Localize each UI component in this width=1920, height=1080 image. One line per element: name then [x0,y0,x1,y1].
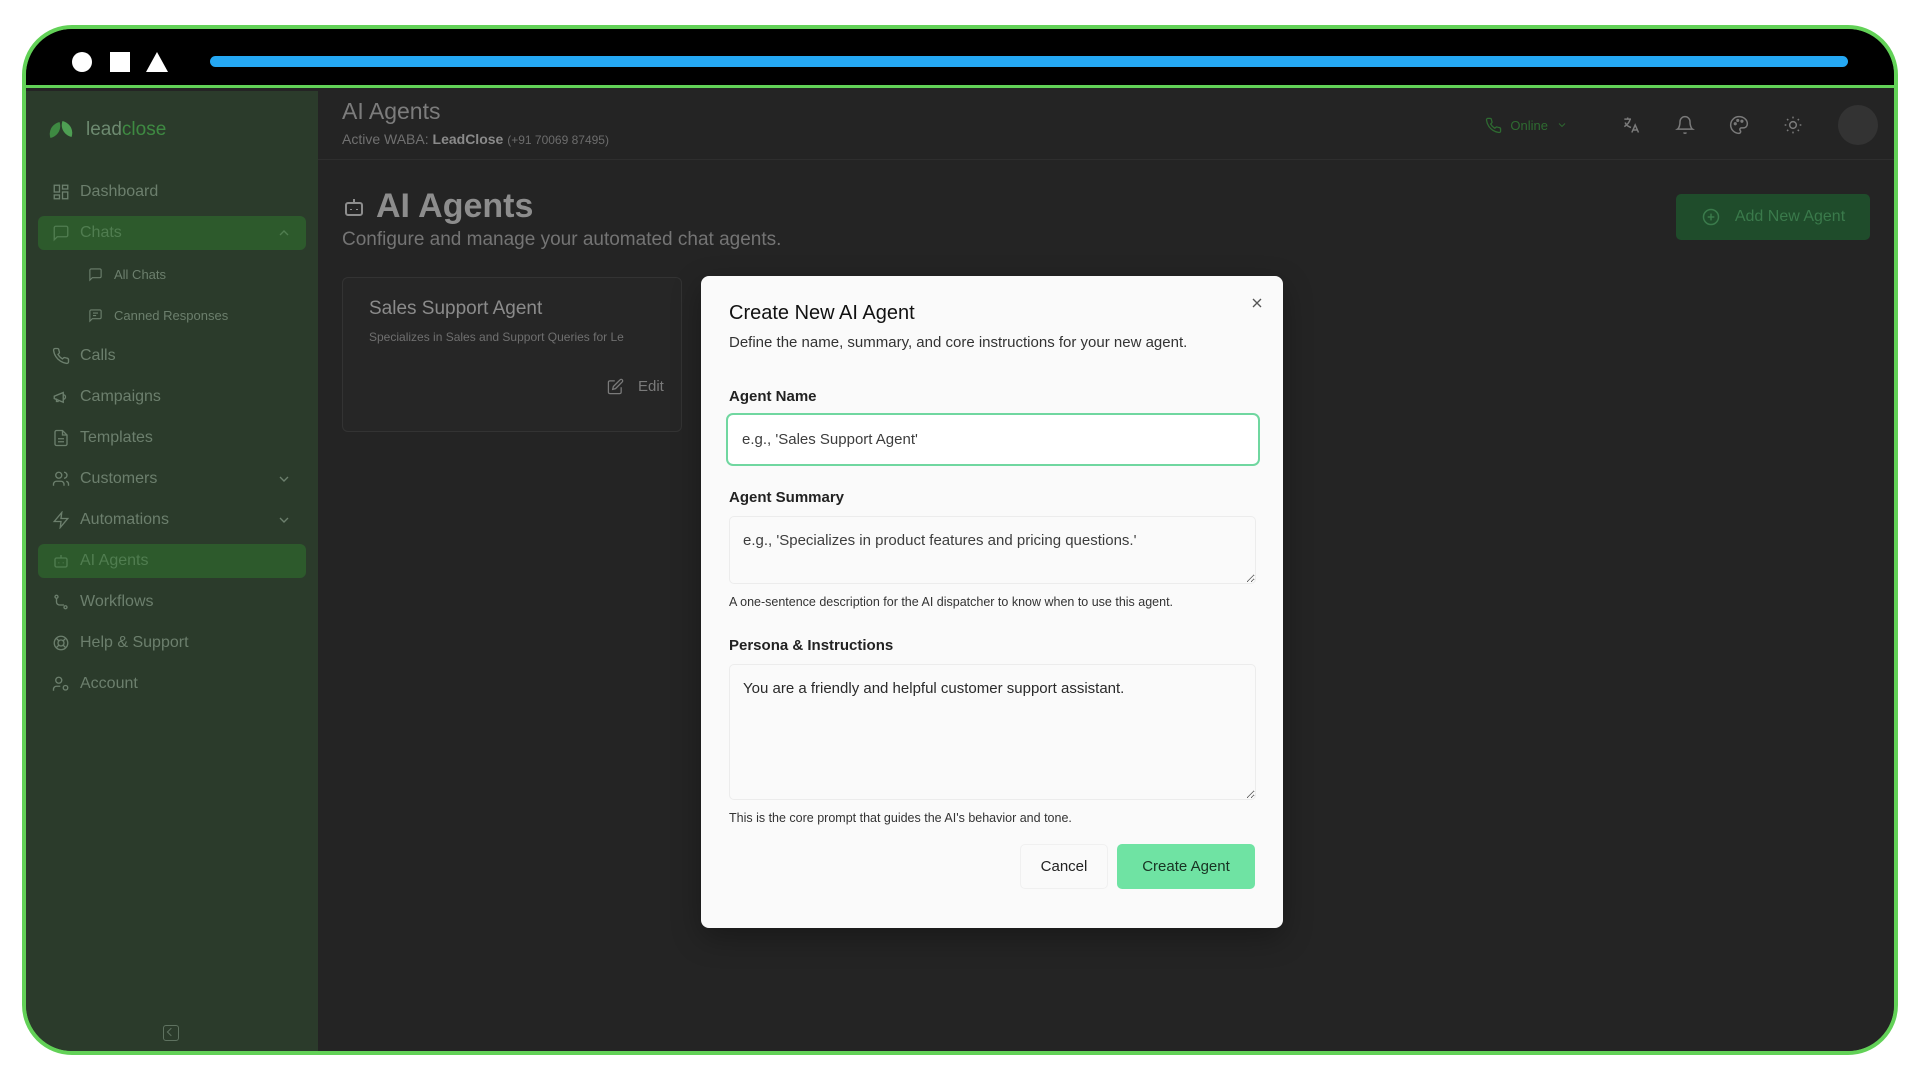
bot-icon [52,552,70,570]
create-agent-button[interactable]: Create Agent [1117,844,1255,889]
square-icon[interactable] [110,52,130,72]
bot-icon [345,198,363,216]
sidebar-item-label: Workflows [80,593,154,610]
agent-card-description: Specializes in Sales and Support Queries… [369,330,624,344]
sidebar-item-canned-responses[interactable]: Canned Responses [38,298,306,332]
chevron-up-icon[interactable] [276,225,292,241]
sidebar-item-customers[interactable]: Customers [38,462,306,496]
page-title: AI Agents [342,187,533,226]
users-icon [52,470,70,488]
header-title: AI Agents [342,98,441,124]
edit-button[interactable]: Edit [607,378,664,395]
sidebar-item-label: Help & Support [80,634,189,651]
sidebar-item-label: Automations [80,511,169,528]
sidebar-item-label: Templates [80,429,153,446]
translate-icon[interactable] [1621,115,1641,135]
bell-icon[interactable] [1675,115,1695,135]
lifebuoy-icon [52,634,70,652]
sidebar-item-dashboard[interactable]: Dashboard [38,175,306,209]
sidebar-item-chats[interactable]: Chats [38,216,306,250]
sidebar-item-campaigns[interactable]: Campaigns [38,380,306,414]
phone-icon [1486,117,1502,133]
logo[interactable]: leadclose [48,119,166,141]
sidebar: leadclose Dashboard Chats All Chats Cann… [26,91,318,1051]
sidebar-item-workflows[interactable]: Workflows [38,585,306,619]
chat-icon [52,224,70,242]
sidebar-item-label: Canned Responses [114,307,229,323]
sidebar-item-label: AI Agents [80,552,149,569]
sidebar-item-all-chats[interactable]: All Chats [38,257,306,291]
sidebar-item-label: Dashboard [80,183,159,200]
sidebar-item-label: Calls [80,347,116,364]
sun-icon[interactable] [1783,115,1803,135]
sidebar-item-label: Customers [80,470,158,487]
status-label: Online [1510,117,1548,133]
leaf-logo-icon [48,121,78,139]
sidebar-item-automations[interactable]: Automations [38,503,306,537]
persona-textarea[interactable]: You are a friendly and helpful customer … [729,664,1256,800]
agent-card-title: Sales Support Agent [369,298,543,319]
sidebar-item-calls[interactable]: Calls [38,339,306,373]
top-bar [26,29,1894,88]
sidebar-item-account[interactable]: Account [38,667,306,701]
sidebar-item-label: Chats [80,224,122,241]
edit-icon [607,378,624,395]
agent-summary-textarea[interactable] [729,516,1256,584]
message-text-icon [86,306,104,324]
sidebar-item-label: Account [80,675,138,692]
chevron-down-icon[interactable] [276,512,292,528]
active-waba: Active WABA: LeadClose (+91 70069 87495) [342,131,609,147]
cancel-button[interactable]: Cancel [1020,844,1108,889]
chevron-down-icon[interactable] [276,471,292,487]
plus-circle-icon [1702,208,1720,226]
progress-bar [210,56,1848,67]
user-cog-icon [52,675,70,693]
close-icon[interactable] [1249,295,1265,311]
chevron-down-icon [1558,123,1566,128]
avatar[interactable] [1838,105,1878,145]
modal-description: Define the name, summary, and core instr… [729,334,1188,351]
agent-name-label: Agent Name [729,388,817,405]
file-text-icon [52,429,70,447]
header-actions: Online [1485,103,1878,147]
collapse-sidebar-icon[interactable] [163,1025,179,1041]
agent-name-input[interactable] [726,413,1260,466]
zap-icon [52,511,70,529]
persona-label: Persona & Instructions [729,637,894,654]
status-dropdown[interactable]: Online [1485,117,1568,134]
sidebar-item-templates[interactable]: Templates [38,421,306,455]
create-agent-modal: Create New AI Agent Define the name, sum… [701,276,1283,928]
persona-hint: This is the core prompt that guides the … [729,811,1072,825]
modal-title: Create New AI Agent [729,302,915,324]
grid-icon [52,183,70,201]
header: AI Agents Active WABA: LeadClose (+91 70… [318,91,1894,160]
add-new-agent-button[interactable]: Add New Agent [1676,194,1870,240]
sidebar-item-label: All Chats [114,266,167,282]
circle-icon[interactable] [72,52,92,72]
sidebar-nav: Dashboard Chats All Chats Canned Respons… [38,175,306,708]
agent-summary-hint: A one-sentence description for the AI di… [729,595,1174,609]
sidebar-item-ai-agents[interactable]: AI Agents [38,544,306,578]
workflow-icon [52,593,70,611]
page-description: Configure and manage your automated chat… [342,229,782,250]
sidebar-item-help-support[interactable]: Help & Support [38,626,306,660]
sidebar-item-label: Campaigns [80,388,161,405]
device-frame: leadclose Dashboard Chats All Chats Cann… [22,25,1898,1055]
agent-card[interactable]: Sales Support Agent Specializes in Sales… [342,277,682,432]
phone-icon [52,347,70,365]
triangle-icon[interactable] [146,52,168,72]
megaphone-icon [52,388,70,406]
chat-icon [86,265,104,283]
palette-icon[interactable] [1729,115,1749,135]
agent-summary-label: Agent Summary [729,489,845,506]
